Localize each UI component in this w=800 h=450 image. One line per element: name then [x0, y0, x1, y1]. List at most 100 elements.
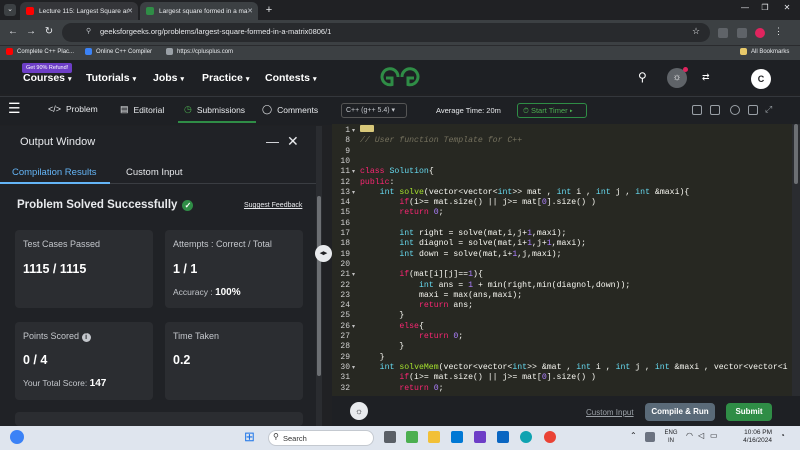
resize-handle-icon[interactable]: ◂▸ — [315, 245, 332, 262]
line-number: 26 — [340, 321, 350, 331]
notification-icon[interactable]: ◔ — [780, 431, 785, 440]
submit-button[interactable]: Submit — [726, 403, 772, 421]
bookmark-item[interactable]: Online C++ Compiler — [85, 48, 152, 55]
compile-run-button[interactable]: Compile & Run — [645, 403, 715, 421]
close-window-icon[interactable]: ✕ — [777, 3, 797, 12]
code-line: maxi = max(ans,maxi); — [360, 290, 523, 300]
browser-tab-gfg[interactable]: Largest square formed in a ma ✕ — [140, 2, 258, 20]
battery-icon[interactable]: ▭ — [710, 431, 718, 440]
maximize-icon[interactable]: ❐ — [755, 3, 775, 12]
attempts-label: Attempts : Correct / Total — [173, 239, 272, 249]
nav-contests[interactable]: Contests ▾ — [265, 72, 316, 84]
forward-icon[interactable]: → — [24, 26, 38, 37]
gfg-logo[interactable] — [378, 66, 422, 88]
folded-code-marker[interactable] — [360, 125, 374, 132]
tab-comments[interactable]: ◯ Comments — [262, 104, 318, 115]
chevron-up-icon[interactable]: ⌃ — [630, 431, 637, 440]
bookmark-star-icon[interactable]: ☆ — [692, 26, 700, 37]
file-explorer-icon[interactable] — [428, 431, 440, 443]
all-bookmarks[interactable]: All Bookmarks — [740, 48, 789, 55]
editor-scrollbar[interactable] — [792, 124, 800, 396]
copy-icon[interactable] — [692, 105, 702, 115]
code-line: if(mat[i][j]==1){ — [399, 270, 483, 280]
code-line: if(i>= mat.size() || j>= mat[0].size() ) — [399, 198, 596, 208]
tab-problem[interactable]: </> Problem — [48, 104, 98, 114]
hint-bulb-icon[interactable]: ☼ — [350, 402, 368, 420]
nav-tutorials[interactable]: Tutorials ▾ — [86, 72, 136, 84]
new-tab-button[interactable]: + — [262, 3, 276, 17]
weather-icon[interactable] — [10, 430, 24, 444]
code-line: int solveMem(vector<vector<int>> &mat , … — [379, 362, 788, 372]
close-panel-icon[interactable]: ✕ — [287, 133, 299, 150]
nav-jobs[interactable]: Jobs ▾ — [153, 72, 184, 84]
menu-icon[interactable]: ⋮ — [774, 26, 783, 37]
suggest-feedback-link[interactable]: Suggest Feedback — [244, 202, 302, 209]
info-icon[interactable]: i — [81, 333, 91, 342]
system-clock[interactable]: 10:06 PM 4/16/2024 — [726, 429, 772, 445]
close-icon[interactable]: ✕ — [127, 7, 133, 15]
chrome-icon[interactable] — [544, 431, 556, 443]
hamburger-icon[interactable]: ☰ — [8, 100, 21, 117]
reload-icon[interactable]: ↻ — [42, 26, 56, 37]
user-avatar[interactable]: C — [751, 69, 771, 89]
url-text[interactable]: geeksforgeeks.org/problems/largest-squar… — [100, 27, 331, 36]
tray-app-icon[interactable] — [645, 432, 655, 442]
input-language[interactable]: ENG IN — [663, 429, 679, 445]
task-view-icon[interactable] — [384, 431, 396, 443]
word-icon[interactable] — [497, 431, 509, 443]
windows-start-icon[interactable]: ⊞ — [244, 430, 258, 444]
chevron-down-icon: ▾ — [180, 76, 185, 83]
language-select[interactable]: C++ (g++ 5.4) ▾ — [341, 103, 407, 118]
app-icon[interactable] — [474, 431, 486, 443]
store-icon[interactable] — [451, 431, 463, 443]
line-number: 21 — [340, 270, 350, 280]
save-icon[interactable] — [748, 105, 758, 115]
profile-avatar[interactable] — [755, 28, 765, 38]
result-status: Problem Solved Successfully ✓ — [17, 199, 194, 211]
custom-input-link[interactable]: Custom Input — [586, 408, 634, 417]
tab-custom-input[interactable]: Custom Input — [126, 167, 183, 178]
points-value: 0 / 4 — [23, 353, 48, 367]
close-icon[interactable]: ✕ — [247, 7, 253, 15]
app-icon[interactable] — [406, 431, 418, 443]
minimize-icon[interactable]: — — [735, 3, 755, 12]
code-line: } — [360, 352, 385, 362]
code-editor[interactable]: 1 ▾ 8 9 10 11 ▾ 12 13 ▾ 14 15 16 17 18 19 20 21 ▾ 22 23 24 25 2… — [332, 124, 792, 396]
output-scrollbar[interactable] — [316, 126, 322, 426]
extensions-icon[interactable] — [718, 28, 728, 38]
start-timer-button[interactable]: ⏱ Start Timer ▸ — [517, 103, 587, 118]
translate-icon[interactable]: ⇄ — [702, 72, 710, 83]
fold-arrow-icon[interactable]: ▾ — [352, 189, 355, 196]
volume-icon[interactable]: ◁ — [698, 431, 704, 440]
scrollbar-thumb[interactable] — [794, 124, 798, 184]
site-info-icon[interactable]: ⚲ — [86, 27, 91, 35]
search-icon[interactable]: ⚲ — [638, 70, 647, 84]
tab-compilation-results[interactable]: Compilation Results — [12, 167, 96, 178]
browser-tab-lecture[interactable]: Lecture 115: Largest Square ar ✕ — [20, 2, 138, 20]
bookmark-item[interactable]: https://cplusplus.com — [166, 48, 233, 55]
reset-icon[interactable] — [710, 105, 720, 115]
wifi-icon[interactable]: ◠ — [686, 431, 693, 440]
nav-courses[interactable]: Courses ▾ — [23, 72, 72, 84]
nav-practice[interactable]: Practice ▾ — [202, 72, 249, 84]
code-line: int right = solve(mat,i,j+1,maxi); — [399, 229, 567, 238]
minimize-panel-icon[interactable]: — — [266, 134, 279, 149]
fullscreen-icon[interactable]: ⤢ — [765, 104, 772, 115]
fold-arrow-icon[interactable]: ▾ — [352, 364, 355, 371]
fold-arrow-icon[interactable]: ▾ — [352, 271, 355, 278]
gfg-favicon-icon — [146, 7, 154, 15]
fold-arrow-icon[interactable]: ▾ — [352, 127, 355, 134]
tab-search-icon[interactable]: ⌄ — [4, 4, 16, 16]
tab-submissions[interactable]: ◷ Submissions — [184, 104, 245, 115]
bookmark-item[interactable]: Complete C++ Plac... — [6, 48, 74, 55]
tab-title: Lecture 115: Largest Square ar — [39, 7, 129, 15]
scrollbar-thumb[interactable] — [317, 196, 321, 376]
fold-arrow-icon[interactable]: ▾ — [352, 323, 355, 330]
tab-editorial[interactable]: ▤ Editorial — [120, 104, 164, 115]
downloads-icon[interactable] — [737, 28, 747, 38]
back-icon[interactable]: ← — [6, 26, 20, 37]
fold-arrow-icon[interactable]: ▾ — [352, 168, 355, 175]
taskbar-search[interactable]: Search — [268, 430, 374, 446]
edge-icon[interactable] — [520, 431, 532, 443]
settings-icon[interactable] — [730, 105, 740, 115]
